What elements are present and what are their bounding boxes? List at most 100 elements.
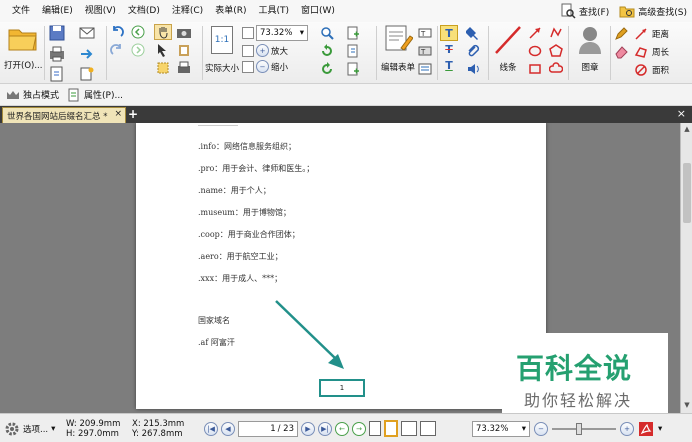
menu-tools[interactable]: 工具(T)	[252, 0, 295, 22]
create-icon[interactable]	[78, 66, 96, 82]
menu-edit[interactable]: 编辑(E)	[36, 0, 79, 22]
add-tab-icon[interactable]: +	[128, 107, 138, 121]
menu-comment[interactable]: 注释(C)	[166, 0, 209, 22]
distance-icon[interactable]	[632, 26, 650, 42]
menu-window[interactable]: 窗口(W)	[295, 0, 341, 22]
select-text-icon[interactable]	[154, 42, 172, 58]
area-icon[interactable]	[632, 62, 650, 78]
last-page-icon[interactable]: ▶|	[318, 421, 332, 436]
edit-form-button[interactable]: 编辑表单	[378, 24, 418, 73]
strikeout-icon[interactable]: T	[440, 41, 458, 57]
properties-button[interactable]: 属性(P)...	[67, 88, 123, 102]
zoom-tool-icon[interactable]	[318, 25, 336, 41]
prev-page-icon[interactable]: ◀	[221, 421, 235, 436]
zoom-slider[interactable]	[552, 422, 616, 435]
typewriter-icon[interactable]	[175, 60, 193, 76]
fit-width-icon[interactable]	[242, 44, 254, 57]
zoom-in-label[interactable]: 放大	[271, 45, 288, 57]
chevron-down-icon: ▾	[51, 423, 56, 434]
undo-icon[interactable]	[108, 24, 126, 40]
eraser-icon[interactable]	[612, 44, 630, 60]
status-zoom-select[interactable]: 73.32% ▾	[472, 420, 530, 437]
snapshot-icon[interactable]	[175, 25, 193, 41]
pin-icon[interactable]	[464, 25, 482, 41]
advanced-find-button[interactable]: 高级查找(S)	[616, 2, 690, 20]
vertical-scrollbar[interactable]: ▲ ▼	[680, 123, 692, 413]
perimeter-label[interactable]: 周长	[652, 46, 669, 58]
rotate-left-icon[interactable]	[318, 43, 336, 59]
line-button[interactable]: 线条	[490, 24, 526, 73]
close-all-icon[interactable]: ×	[677, 107, 686, 121]
scroll-thumb[interactable]	[683, 163, 691, 223]
send-icon[interactable]	[78, 45, 96, 63]
next-page-icon[interactable]: ▶	[301, 421, 315, 436]
options-button[interactable]: 选项... ▾	[4, 414, 55, 442]
scroll-up-icon[interactable]: ▲	[682, 125, 692, 135]
clipboard-icon[interactable]	[175, 42, 193, 58]
single-page-icon[interactable]	[369, 421, 381, 436]
status-zoom-in-icon[interactable]: +	[620, 421, 634, 436]
go-forward-icon[interactable]: →	[352, 421, 366, 436]
rectangle-icon[interactable]	[526, 61, 544, 77]
chevron-down-icon[interactable]: ▾	[658, 424, 662, 434]
pencil-shape-icon[interactable]	[547, 25, 565, 41]
hand-tool-icon[interactable]	[154, 24, 172, 40]
sound-icon[interactable]	[464, 61, 482, 77]
redo-icon[interactable]	[108, 42, 126, 58]
cloud-icon[interactable]	[547, 61, 565, 77]
forward-icon[interactable]	[129, 42, 147, 58]
highlight-text-icon[interactable]: T	[440, 25, 458, 41]
pencil-icon[interactable]	[612, 26, 630, 42]
pdf-logo-icon[interactable]	[638, 421, 654, 437]
distance-label[interactable]: 距离	[652, 28, 669, 40]
area-label[interactable]: 面积	[652, 64, 669, 76]
fit-visible-icon[interactable]	[242, 60, 254, 73]
status-zoom-out-icon[interactable]: −	[534, 421, 548, 436]
zoom-in-icon[interactable]: +	[256, 44, 269, 57]
text-field-icon[interactable]: T	[416, 25, 434, 41]
secondary-toolbar: 独占模式 属性(P)...	[0, 84, 692, 106]
find-button[interactable]: 查找(F)	[557, 2, 612, 20]
save-icon[interactable]	[48, 24, 66, 42]
polygon-icon[interactable]	[547, 43, 565, 59]
menu-view[interactable]: 视图(V)	[79, 0, 122, 22]
continuous-facing-icon[interactable]	[420, 421, 436, 436]
fit-page-icon[interactable]	[242, 27, 254, 39]
attachment-icon[interactable]	[464, 43, 482, 59]
solo-mode-button[interactable]: 独占模式	[6, 88, 59, 101]
list-field-icon[interactable]	[416, 61, 434, 77]
menu-file[interactable]: 文件	[6, 0, 36, 22]
page-input[interactable]: 1 / 23	[238, 420, 298, 437]
zoom-slider-thumb[interactable]	[576, 422, 582, 435]
zoom-out-label[interactable]: 缩小	[271, 61, 288, 73]
add-text-icon[interactable]	[344, 61, 362, 77]
arrow-icon[interactable]	[526, 25, 544, 41]
oval-icon[interactable]	[526, 43, 544, 59]
rotate-right-icon[interactable]	[318, 61, 336, 77]
email-icon[interactable]	[78, 24, 96, 42]
new-doc-icon[interactable]	[48, 66, 66, 82]
actual-size-label: 实际大小	[204, 64, 239, 74]
extract-page-icon[interactable]	[344, 43, 362, 59]
zoom-select[interactable]: 73.32% ▾	[256, 25, 308, 41]
underline-icon[interactable]: T	[440, 57, 458, 73]
insert-page-icon[interactable]	[344, 25, 362, 41]
zoom-out-icon[interactable]: −	[256, 60, 269, 73]
go-back-icon[interactable]: ←	[335, 421, 349, 436]
stamp-button[interactable]: 图章	[572, 24, 608, 73]
facing-page-icon[interactable]	[401, 421, 417, 436]
menu-document[interactable]: 文档(D)	[122, 0, 166, 22]
continuous-page-icon[interactable]	[384, 420, 398, 437]
actual-size-button[interactable]: 1:1 实际大小	[204, 24, 240, 74]
document-tab[interactable]: 世界各国网站后缀名汇总 * ×	[2, 107, 126, 123]
button-field-icon[interactable]: T	[416, 43, 434, 59]
scroll-down-icon[interactable]: ▼	[682, 401, 692, 411]
back-icon[interactable]	[129, 24, 147, 40]
select-area-icon[interactable]	[154, 60, 172, 76]
close-tab-icon[interactable]: ×	[114, 109, 122, 119]
open-button[interactable]: 打开(O)...	[4, 24, 44, 80]
perimeter-icon[interactable]	[632, 44, 650, 60]
first-page-icon[interactable]: |◀	[204, 421, 218, 436]
print-icon[interactable]	[48, 45, 66, 63]
menu-form[interactable]: 表单(R)	[209, 0, 252, 22]
